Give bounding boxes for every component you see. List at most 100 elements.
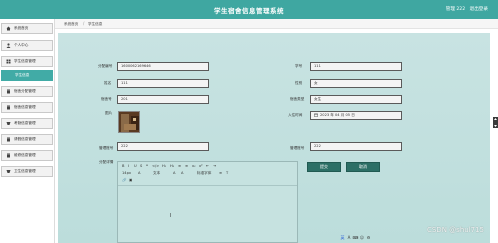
app-window: 学生宿舍信息管理系统 管理 222 退出登录 系统首页 个人中心 学生信息管理 … — [0, 0, 498, 243]
manager-account-field[interactable]: 222 — [117, 142, 209, 151]
dorm-type-field[interactable]: 女生 — [310, 95, 402, 104]
sidebar-item-leave[interactable]: 请假信息管理 — [1, 134, 53, 145]
building-icon — [6, 153, 11, 158]
building-icon — [6, 105, 11, 110]
person-icon — [6, 43, 11, 48]
breadcrumb: 系统首页 / 学生信息 — [55, 19, 498, 29]
scroll-handle[interactable] — [493, 117, 498, 128]
code-button[interactable]: </> — [152, 164, 159, 168]
student-no-label: 学号 — [295, 64, 303, 68]
sex-label: 性别 — [295, 81, 303, 85]
outdent-button[interactable]: ⇤ — [206, 164, 209, 168]
user-info: 管理 222 退出登录 — [443, 6, 488, 12]
image-button[interactable]: ▣ — [129, 178, 132, 182]
subscript-button[interactable]: x₂ — [192, 164, 196, 168]
clipboard-icon — [6, 121, 11, 126]
superscript-button[interactable]: x² — [199, 164, 203, 168]
cancel-button[interactable]: 取消 — [346, 162, 380, 172]
manager-account-label: 管理账号 — [99, 146, 114, 150]
sidebar-item-hygiene[interactable]: 卫生信息管理 — [1, 166, 53, 177]
photo-label: 图片 — [105, 111, 113, 115]
sidebar-item-dorm-assign[interactable]: 宿舍分配管理 — [1, 86, 53, 97]
clear-format-button[interactable]: T — [226, 171, 228, 175]
sidebar-item-dorm-info[interactable]: 宿舍信息管理 — [1, 102, 53, 113]
assign-id-label: 分配编号 — [98, 64, 113, 68]
ordered-list-button[interactable]: ≡ — [178, 164, 181, 168]
font-family-select[interactable]: 标准字体 — [197, 171, 211, 176]
sidebar-item-label: 宿舍信息管理 — [14, 105, 36, 109]
dorm-no-field[interactable]: 201 — [117, 95, 209, 104]
clipboard-icon — [6, 169, 11, 174]
watermark: CSDN @shul715 — [427, 226, 485, 234]
student-photo[interactable] — [118, 111, 140, 133]
align-button[interactable]: ≡ — [219, 171, 222, 175]
sidebar-item-repair[interactable]: 维修信息管理 — [1, 150, 53, 161]
sex-field[interactable]: 女 — [310, 79, 402, 88]
quote-button[interactable]: ❝ — [146, 164, 148, 168]
breadcrumb-current: 学生信息 — [88, 22, 103, 26]
assign-id-field[interactable]: 1600062169646 — [117, 62, 209, 71]
user-label: 管理 222 — [445, 7, 466, 12]
sidebar-item-label: 请假信息管理 — [14, 137, 36, 141]
text-style-select[interactable]: 文本 — [153, 171, 160, 176]
text-color-button[interactable]: A — [173, 171, 175, 175]
student-no-field[interactable]: 111 — [310, 62, 402, 71]
ime-mode-icon[interactable]: 英 — [340, 235, 345, 240]
name-label: 姓名 — [104, 81, 112, 85]
rich-text-editor[interactable]: B I U S ❝ </> H₁ H₂ ≡ ≡ x₂ x² ⇤ ⇥ 14px A… — [117, 161, 298, 243]
italic-button[interactable]: I — [128, 164, 129, 168]
sidebar-item-label: 学生信息 — [15, 73, 30, 77]
keyboard-icon[interactable]: ⌨ — [353, 235, 359, 240]
underline-button[interactable]: U — [134, 164, 137, 168]
logout-link[interactable]: 退出登录 — [470, 7, 488, 12]
home-icon — [6, 26, 11, 31]
grid-icon — [6, 59, 11, 64]
breadcrumb-home[interactable]: 系统首页 — [64, 22, 78, 27]
editor-toolbar: B I U S ❝ </> H₁ H₂ ≡ ≡ x₂ x² ⇤ ⇥ 14px A… — [118, 162, 297, 186]
ime-letter-icon[interactable]: A — [347, 235, 352, 240]
bullet-list-button[interactable]: ≡ — [185, 164, 188, 168]
dorm-no-label: 宿舍号 — [101, 97, 112, 101]
indent-button[interactable]: ⇥ — [213, 164, 216, 168]
link-button[interactable]: 🔗 — [122, 178, 126, 182]
bold-button[interactable]: B — [122, 164, 124, 168]
sidebar-item-label: 系统首页 — [14, 26, 29, 30]
app-title: 学生宿舍信息管理系统 — [214, 7, 284, 15]
top-header: 学生宿舍信息管理系统 管理 222 退出登录 — [0, 0, 498, 19]
emoji-icon[interactable]: ☺ — [360, 235, 365, 240]
manager-name-field[interactable]: 222 — [310, 142, 402, 151]
checkin-date-label: 入住时间 — [288, 113, 303, 117]
h2-button[interactable]: H₂ — [170, 164, 174, 168]
checkin-date-field[interactable]: 2023 年 04 月 05 日 — [310, 111, 402, 120]
sidebar-item-attendance[interactable]: 考勤信息管理 — [1, 118, 53, 129]
strike-button[interactable]: S — [140, 164, 142, 168]
assign-detail-label: 分配详情 — [99, 160, 114, 164]
breadcrumb-separator: / — [83, 21, 85, 26]
manager-name-label: 管理账号 — [290, 146, 305, 150]
checkin-date-value: 2023 年 04 月 05 日 — [320, 113, 355, 117]
sidebar-item-label: 学生信息管理 — [14, 59, 36, 63]
sidebar-item-label: 考勤信息管理 — [14, 121, 36, 125]
sidebar-item-profile[interactable]: 个人中心 — [1, 40, 53, 51]
settings-icon[interactable]: ⚙ — [366, 235, 371, 240]
font-color-button[interactable]: A — [138, 171, 140, 175]
h1-button[interactable]: H₁ — [162, 164, 166, 168]
sidebar-item-label: 卫生信息管理 — [14, 169, 36, 173]
building-icon — [6, 137, 11, 142]
dorm-type-label: 宿舍类型 — [290, 97, 305, 101]
sidebar-item-label: 维修信息管理 — [14, 153, 36, 157]
background-color-button[interactable]: A — [181, 171, 183, 175]
building-icon — [6, 89, 11, 94]
text-cursor-icon: I — [170, 213, 172, 219]
sidebar-item-student-info[interactable]: 学生信息 — [1, 70, 53, 81]
submit-button[interactable]: 提交 — [307, 162, 341, 172]
ime-toolbar: 英 A ⌨ ☺ ⚙ — [340, 234, 371, 241]
sidebar: 系统首页 个人中心 学生信息管理 学生信息 宿舍分配管理 宿舍信息管理 考勤信息… — [0, 19, 55, 243]
name-field[interactable]: 111 — [117, 79, 209, 88]
calendar-icon — [314, 113, 318, 117]
sidebar-item-home[interactable]: 系统首页 — [1, 23, 53, 34]
sidebar-item-label: 宿舍分配管理 — [14, 89, 36, 93]
sidebar-item-student-mgmt[interactable]: 学生信息管理 — [1, 56, 53, 67]
sidebar-item-label: 个人中心 — [14, 43, 29, 47]
font-size-select[interactable]: 14px — [122, 171, 131, 175]
